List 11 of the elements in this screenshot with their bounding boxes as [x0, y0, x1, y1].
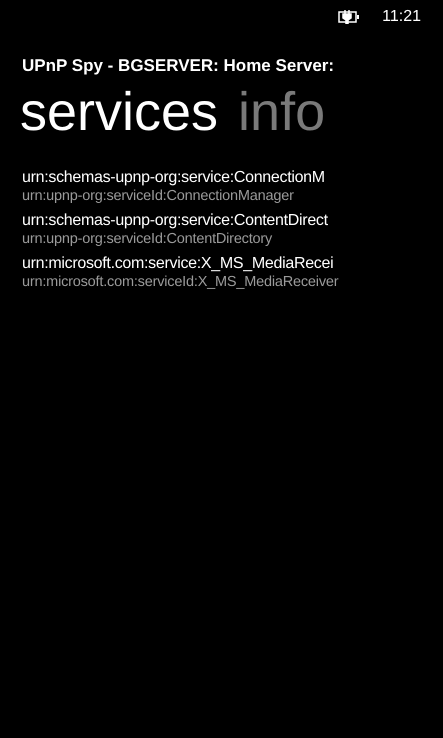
- service-id: urn:upnp-org:serviceId:ContentDirectory: [22, 231, 274, 248]
- service-type[interactable]: urn:schemas-upnp-org:service:ConnectionM: [22, 168, 443, 188]
- service-id: urn:upnp-org:serviceId:ConnectionManager: [22, 188, 295, 205]
- service-type[interactable]: urn:microsoft.com:service:X_MS_MediaRecei: [22, 254, 443, 274]
- service-type[interactable]: urn:schemas-upnp-org:service:ContentDirect: [22, 211, 443, 231]
- clock-time: 11:21: [382, 8, 421, 26]
- pivot-tab[interactable]: services: [20, 80, 218, 144]
- pivot-tab[interactable]: info: [238, 80, 326, 144]
- app-title: UPnP Spy - BGSERVER: Home Server:: [22, 56, 336, 76]
- service-id: urn:microsoft.com:serviceId:X_MS_MediaReceiver: [22, 274, 340, 291]
- battery-charging-icon: [338, 10, 360, 24]
